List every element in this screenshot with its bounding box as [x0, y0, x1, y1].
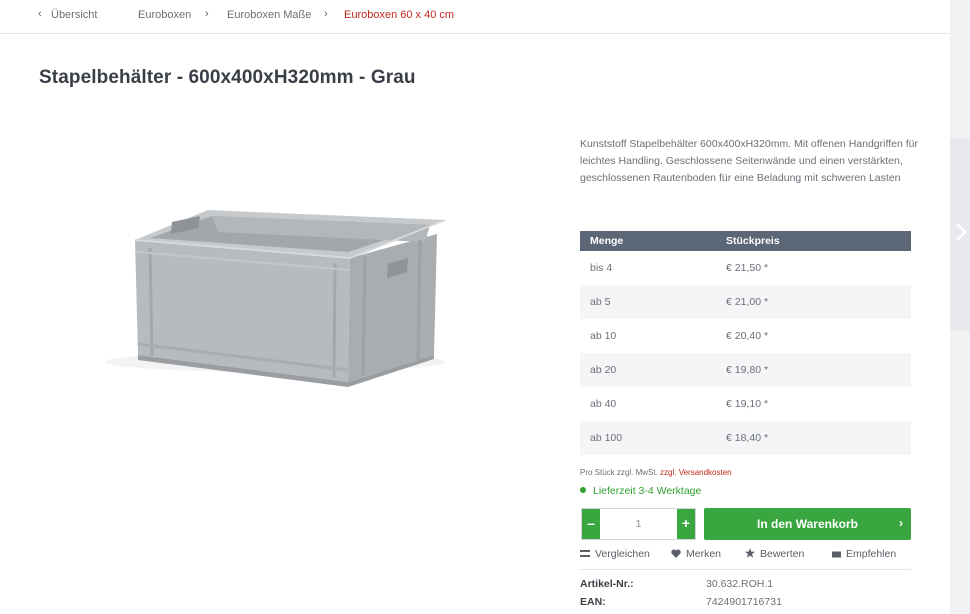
price-quantity: ab 100	[580, 421, 716, 455]
add-to-cart-button[interactable]: In den Warenkorb ›	[704, 508, 911, 540]
recommend-label: Empfehlen	[846, 548, 897, 560]
wishlist-label: Merken	[686, 548, 722, 560]
price-value: € 19,80 *	[716, 353, 911, 387]
product-image[interactable]	[80, 130, 480, 430]
price-quantity: ab 40	[590, 398, 617, 410]
status-dot-icon	[580, 487, 586, 493]
article-number-label: Artikel-Nr.:	[580, 578, 634, 590]
price-value: € 20,40 *	[726, 330, 769, 342]
star-icon	[745, 548, 755, 558]
table-row: ab 5 € 21,00 *	[580, 285, 911, 319]
breadcrumb-item-euroboxen[interactable]: Euroboxen	[138, 9, 191, 21]
article-number-value: 30.632.ROH.1	[706, 578, 774, 590]
breadcrumb-item-euroboxen-masse[interactable]: Euroboxen Maße	[227, 9, 311, 21]
chevron-left-icon: ‹	[38, 8, 42, 20]
table-row: ab 100 € 18,40 *	[580, 421, 911, 455]
breadcrumb-back-link[interactable]: Übersicht	[51, 9, 97, 21]
column-header-unit-price: Stückpreis	[716, 231, 911, 251]
shipping-costs-link[interactable]: zzgl. Versandkosten	[660, 468, 732, 477]
chevron-right-icon: ›	[324, 8, 328, 20]
column-header-quantity: Menge	[580, 231, 716, 251]
quantity-stepper: – 1 +	[581, 508, 696, 540]
recommend-link[interactable]: Empfehlen	[832, 548, 896, 560]
envelope-icon	[832, 551, 841, 558]
ean-label: EAN:	[580, 596, 606, 608]
rate-link[interactable]: Bewerten	[745, 548, 804, 560]
compare-icon	[580, 550, 590, 557]
chevron-right-icon: ›	[899, 516, 903, 530]
ean-value: 7424901716731	[706, 596, 782, 608]
table-row: bis 4 € 21,50 *	[580, 251, 911, 285]
table-row: ab 20 € 19,80 *	[580, 353, 911, 387]
chevron-right-icon	[956, 223, 967, 241]
table-row: ab 10 € 20,40 *	[580, 319, 911, 353]
price-quantity: ab 5	[580, 285, 716, 319]
price-quantity: ab 10	[590, 330, 617, 342]
compare-label: Vergleichen	[595, 548, 650, 560]
price-quantity: bis 4	[590, 262, 613, 274]
add-to-cart-label: In den Warenkorb	[757, 517, 858, 531]
price-value: € 19,10 *	[726, 398, 769, 410]
price-quantity: ab 20	[580, 353, 716, 387]
page-title: Stapelbehälter - 600x400xH320mm - Grau	[39, 67, 416, 88]
price-value: € 18,40 *	[716, 421, 911, 455]
quantity-decrease-button[interactable]: –	[582, 509, 600, 539]
delivery-time-text: Lieferzeit 3-4 Werktage	[593, 485, 702, 497]
price-table-header: Menge Stückpreis	[580, 231, 911, 251]
table-row: ab 40 € 19,10 *	[580, 387, 911, 421]
heart-icon	[671, 549, 681, 558]
breadcrumb-item-current[interactable]: Euroboxen 60 x 40 cm	[344, 9, 454, 21]
delivery-status: Lieferzeit 3-4 Werktage	[580, 485, 701, 497]
price-value: € 21,00 *	[716, 285, 911, 319]
rate-label: Bewerten	[760, 548, 805, 560]
compare-link[interactable]: Vergleichen	[580, 548, 650, 560]
quantity-input[interactable]: 1	[600, 509, 677, 539]
chevron-right-icon: ›	[205, 8, 209, 20]
tax-note-text: Pro Stück zzgl. MwSt.	[580, 468, 661, 477]
tax-note: Pro Stück zzgl. MwSt. zzgl. Versandkoste…	[580, 468, 732, 477]
quantity-increase-button[interactable]: +	[677, 509, 695, 539]
product-actions: Vergleichen Merken Bewerten Empfehlen	[580, 548, 911, 570]
price-value: € 21,50 *	[726, 262, 769, 274]
wishlist-link[interactable]: Merken	[671, 548, 721, 560]
price-table: Menge Stückpreis bis 4 € 21,50 * ab 5 € …	[580, 231, 911, 455]
product-description: Kunststoff Stapelbehälter 600x400xH320mm…	[580, 138, 918, 184]
breadcrumb: ‹ Übersicht Euroboxen › Euroboxen Maße ›…	[0, 0, 950, 34]
